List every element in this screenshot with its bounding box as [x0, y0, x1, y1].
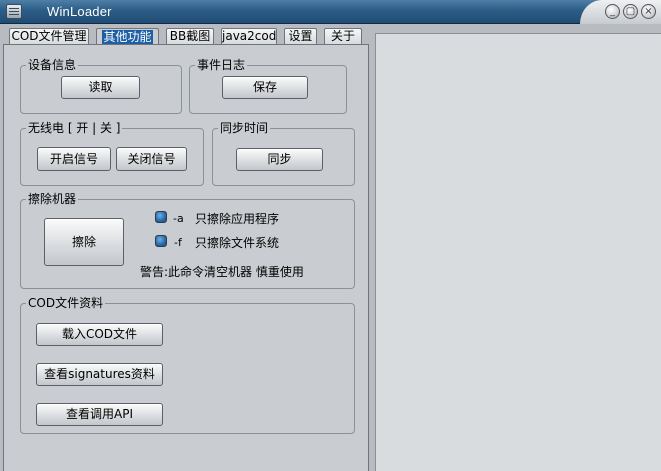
- radio-group: 无线电 [ 开 | 关 ] 开启信号 关闭信号: [20, 121, 204, 186]
- sync-time-label: 同步: [267, 152, 292, 166]
- read-device-button[interactable]: 读取: [61, 76, 140, 99]
- tab-about[interactable]: 关于: [324, 28, 362, 45]
- device-info-group: 设备信息 读取: [20, 58, 182, 114]
- event-log-title: 事件日志: [195, 58, 248, 72]
- wipe-apps-flag: -a: [173, 212, 184, 225]
- title-bar[interactable]: WinLoader _ ▢ ×: [0, 0, 661, 24]
- load-cod-button[interactable]: 载入COD文件: [36, 323, 163, 346]
- view-signatures-label: 查看signatures资料: [44, 367, 155, 381]
- wipe-apps-label[interactable]: 只擦除应用程序: [195, 212, 279, 226]
- wipe-filesystem-label[interactable]: 只擦除文件系统: [195, 236, 279, 250]
- cod-info-title: COD文件资料: [26, 296, 106, 310]
- sync-time-title: 同步时间: [218, 121, 271, 135]
- wipe-device-group: 擦除机器 擦除 -a 只擦除应用程序 -f 只擦除文件系统 警告:此命令清空机器…: [20, 192, 355, 289]
- cod-info-group: COD文件资料 载入COD文件 查看signatures资料 查看调用API: [20, 296, 355, 434]
- tab-label: 关于: [330, 29, 355, 43]
- sync-time-button[interactable]: 同步: [236, 148, 323, 171]
- tab-label: java2cod: [222, 29, 277, 43]
- sync-time-group: 同步时间 同步: [212, 121, 355, 186]
- tab-bb-screenshot[interactable]: BB截图: [166, 28, 214, 45]
- wipe-warning-text: 警告:此命令清空机器 慎重使用: [140, 265, 304, 279]
- view-api-button[interactable]: 查看调用API: [36, 403, 163, 426]
- tab-cod-file-management[interactable]: COD文件管理: [9, 28, 89, 45]
- wipe-device-title: 擦除机器: [26, 192, 79, 206]
- radio-title: 无线电 [ 开 | 关 ]: [26, 121, 123, 135]
- wipe-filesystem-checkbox[interactable]: [155, 235, 167, 247]
- radio-off-button[interactable]: 关闭信号: [116, 147, 187, 171]
- wipe-button[interactable]: 擦除: [44, 218, 124, 266]
- tab-content-panel: 设备信息 读取 事件日志 保存 无线电 [ 开 | 关 ] 开启信号 关闭信号 …: [3, 44, 369, 471]
- save-log-button[interactable]: 保存: [222, 76, 308, 99]
- tab-label: BB截图: [169, 29, 211, 43]
- app-icon[interactable]: [6, 4, 22, 19]
- window-title: WinLoader: [47, 4, 112, 19]
- wipe-label: 擦除: [71, 235, 96, 249]
- view-api-label: 查看调用API: [66, 407, 133, 421]
- wipe-apps-checkbox[interactable]: [155, 211, 167, 223]
- load-cod-label: 载入COD文件: [61, 327, 138, 341]
- tab-label: COD文件管理: [11, 29, 87, 43]
- close-icon[interactable]: ×: [641, 4, 656, 19]
- device-info-title: 设备信息: [26, 58, 79, 72]
- tab-label: 设置: [288, 29, 313, 43]
- read-device-label: 读取: [88, 80, 113, 94]
- restore-icon[interactable]: ▢: [623, 4, 638, 19]
- radio-off-label: 关闭信号: [127, 152, 176, 166]
- minimize-icon[interactable]: _: [605, 4, 620, 19]
- radio-on-label: 开启信号: [49, 152, 98, 166]
- save-log-label: 保存: [252, 80, 277, 94]
- tab-label: 其他功能: [102, 30, 153, 44]
- radio-on-button[interactable]: 开启信号: [37, 147, 111, 171]
- wipe-filesystem-flag: -f: [174, 236, 182, 249]
- view-signatures-button[interactable]: 查看signatures资料: [36, 363, 163, 386]
- tab-java2cod[interactable]: java2cod: [221, 28, 277, 45]
- output-panel[interactable]: [375, 33, 661, 471]
- event-log-group: 事件日志 保存: [189, 58, 347, 114]
- tab-settings[interactable]: 设置: [284, 28, 317, 45]
